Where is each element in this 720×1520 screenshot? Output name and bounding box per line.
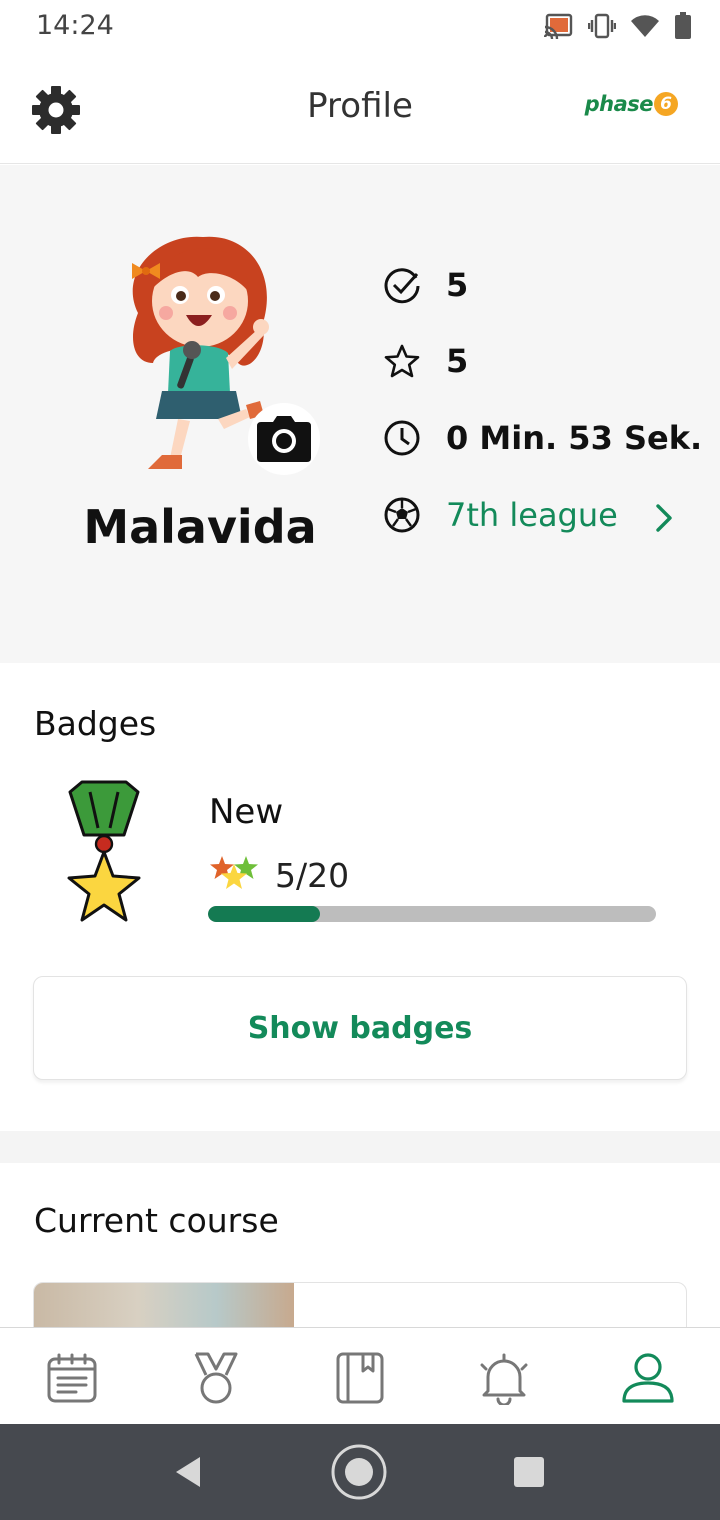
nav-profile[interactable] [620, 1350, 676, 1406]
clock-icon [382, 418, 422, 458]
nav-library[interactable] [332, 1350, 388, 1406]
badge-progress-fill [208, 906, 320, 922]
system-nav-bar [0, 1424, 720, 1520]
nav-notifications[interactable] [476, 1350, 532, 1406]
recents-icon[interactable] [513, 1456, 545, 1488]
league-link[interactable]: 7th league [382, 493, 618, 537]
calendar-list-icon [47, 1353, 97, 1403]
nav-tasks[interactable] [44, 1350, 100, 1406]
stat-stars: 5 [382, 339, 468, 383]
home-icon[interactable] [330, 1443, 388, 1501]
change-photo-button[interactable] [248, 403, 320, 475]
badges-title: Badges [34, 704, 157, 743]
course-title: Current course [34, 1201, 279, 1240]
stat-time: 0 Min. 53 Sek. [382, 416, 702, 460]
league-label: 7th league [446, 496, 618, 534]
phase6-logo: phase 6 [585, 92, 678, 116]
badge-level: New [209, 792, 284, 832]
soccer-ball-icon [382, 495, 422, 535]
badge-progress-bar [208, 906, 656, 922]
cast-icon [544, 13, 573, 39]
logo-number: 6 [654, 92, 678, 116]
course-image [34, 1283, 294, 1327]
status-bar: 14:24 [0, 0, 720, 54]
status-time: 14:24 [36, 10, 114, 41]
book-icon [336, 1352, 384, 1404]
medal-icon [194, 1352, 238, 1404]
course-section: Current course [0, 1163, 720, 1327]
user-icon [622, 1353, 674, 1403]
logo-text: phase [584, 92, 654, 116]
stat-stars-value: 5 [446, 342, 469, 380]
badges-section: Badges New 5/20 Show badges [0, 664, 720, 1131]
course-card[interactable] [33, 1282, 687, 1327]
profile-name: Malavida [83, 500, 317, 554]
profile-section: Malavida 5 5 0 Min. 53 Sek. 7th league [0, 165, 720, 663]
camera-icon [257, 416, 311, 462]
status-icons [544, 12, 692, 40]
bottom-nav [0, 1327, 720, 1424]
vibrate-icon [588, 13, 616, 39]
medal-icon [67, 780, 141, 922]
chevron-right-icon[interactable] [648, 498, 678, 538]
stat-completed: 5 [382, 263, 468, 307]
section-divider [0, 1131, 720, 1163]
wifi-icon [631, 15, 659, 37]
bell-icon [480, 1353, 528, 1405]
badge-count: 5/20 [275, 856, 350, 895]
nav-achievements[interactable] [188, 1350, 244, 1406]
star-outline-icon [382, 341, 422, 381]
app-header: Profile phase 6 [0, 54, 720, 164]
stat-completed-value: 5 [446, 266, 469, 304]
battery-icon [675, 12, 691, 39]
back-icon[interactable] [170, 1454, 206, 1490]
stars-icon [210, 856, 258, 889]
check-circle-icon [382, 265, 422, 305]
stat-time-value: 0 Min. 53 Sek. [446, 419, 703, 457]
show-badges-button[interactable]: Show badges [33, 976, 687, 1080]
